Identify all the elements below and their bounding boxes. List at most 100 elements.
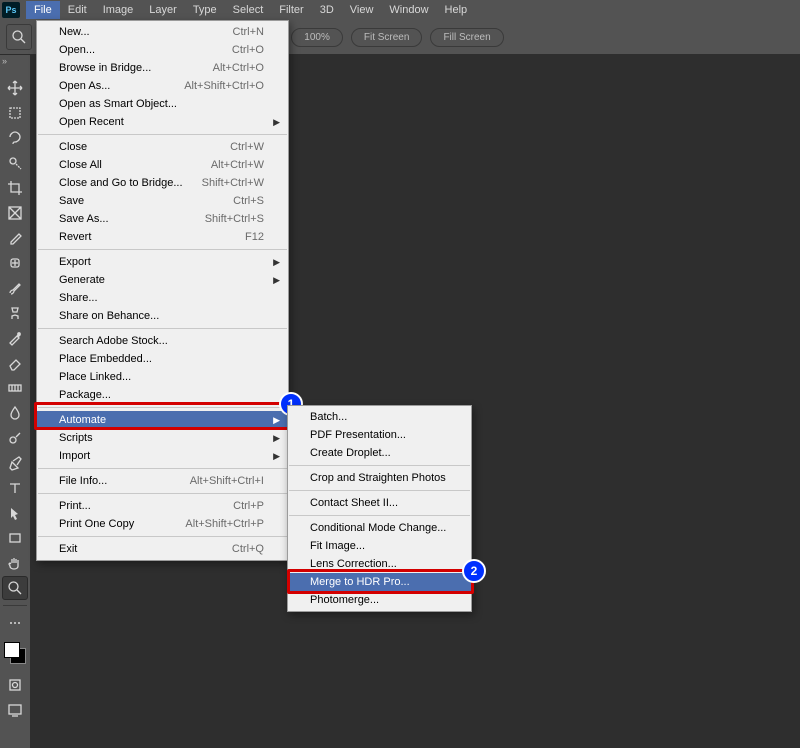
tool-gradient[interactable] bbox=[2, 376, 28, 400]
file-menu-item[interactable]: Share... bbox=[37, 289, 288, 307]
zoom-tool-preset-icon[interactable] bbox=[6, 24, 32, 50]
file-menu-item[interactable]: Share on Behance... bbox=[37, 307, 288, 325]
submenu-arrow-icon: ▶ bbox=[273, 415, 280, 426]
tool-healing[interactable] bbox=[2, 251, 28, 275]
automate-menu-item[interactable]: Merge to HDR Pro... bbox=[288, 573, 471, 591]
file-menu-item[interactable]: Save As...Shift+Ctrl+S bbox=[37, 210, 288, 228]
file-menu-item[interactable]: Open as Smart Object... bbox=[37, 95, 288, 113]
file-menu-item[interactable]: Open Recent▶ bbox=[37, 113, 288, 131]
magnifier-icon bbox=[11, 29, 27, 45]
file-menu-item-label: Place Embedded... bbox=[59, 353, 264, 365]
file-menu-item-shortcut: Shift+Ctrl+S bbox=[205, 213, 264, 225]
automate-menu-item[interactable]: PDF Presentation... bbox=[288, 426, 471, 444]
automate-menu-item-label: Batch... bbox=[310, 411, 447, 423]
file-menu-item[interactable]: Place Embedded... bbox=[37, 350, 288, 368]
automate-menu-item[interactable]: Fit Image... bbox=[288, 537, 471, 555]
automate-menu-item[interactable]: Contact Sheet II... bbox=[288, 494, 471, 512]
file-menu-item[interactable]: CloseCtrl+W bbox=[37, 138, 288, 156]
fill-screen-button[interactable]: Fill Screen bbox=[430, 28, 503, 47]
tool-eraser[interactable] bbox=[2, 351, 28, 375]
tool-path-select[interactable] bbox=[2, 501, 28, 525]
tool-crop[interactable] bbox=[2, 176, 28, 200]
file-menu-item[interactable]: Automate ▶ bbox=[37, 411, 288, 429]
tool-edit-toolbar[interactable] bbox=[2, 611, 28, 635]
file-menu-item-label: Browse in Bridge... bbox=[59, 62, 213, 74]
automate-menu-separator bbox=[289, 515, 470, 516]
menu-image[interactable]: Image bbox=[95, 1, 142, 19]
tool-blur[interactable] bbox=[2, 401, 28, 425]
tool-hand[interactable] bbox=[2, 551, 28, 575]
tool-eyedropper[interactable] bbox=[2, 226, 28, 250]
file-menu-item[interactable]: Browse in Bridge...Alt+Ctrl+O bbox=[37, 59, 288, 77]
file-menu-item[interactable]: Scripts▶ bbox=[37, 429, 288, 447]
automate-menu-item[interactable]: Lens Correction... bbox=[288, 555, 471, 573]
tool-pen[interactable] bbox=[2, 451, 28, 475]
menu-help[interactable]: Help bbox=[437, 1, 476, 19]
menu-edit[interactable]: Edit bbox=[60, 1, 95, 19]
automate-menu-item[interactable]: Conditional Mode Change... bbox=[288, 519, 471, 537]
file-menu-item[interactable]: Open...Ctrl+O bbox=[37, 41, 288, 59]
file-menu-item[interactable]: New...Ctrl+N bbox=[37, 23, 288, 41]
menu-view[interactable]: View bbox=[342, 1, 382, 19]
quick-mask-button[interactable] bbox=[2, 673, 28, 697]
brush-icon bbox=[7, 280, 23, 296]
tool-artboard[interactable] bbox=[2, 101, 28, 125]
menu-window[interactable]: Window bbox=[381, 1, 436, 19]
menu-filter[interactable]: Filter bbox=[271, 1, 311, 19]
automate-menu-item[interactable]: Photomerge... bbox=[288, 591, 471, 609]
file-menu-item-shortcut: Alt+Ctrl+O bbox=[213, 62, 264, 74]
tool-brush[interactable] bbox=[2, 276, 28, 300]
file-menu-item-label: Scripts bbox=[59, 432, 264, 444]
tool-dodge[interactable] bbox=[2, 426, 28, 450]
automate-menu-item-label: Fit Image... bbox=[310, 540, 447, 552]
tool-history-brush[interactable] bbox=[2, 326, 28, 350]
automate-menu-item-label: Contact Sheet II... bbox=[310, 497, 447, 509]
automate-menu-item[interactable]: Crop and Straighten Photos bbox=[288, 469, 471, 487]
color-swatches[interactable] bbox=[4, 642, 26, 664]
tool-move[interactable] bbox=[2, 76, 28, 100]
automate-menu-item[interactable]: Create Droplet... bbox=[288, 444, 471, 462]
menu-type[interactable]: Type bbox=[185, 1, 225, 19]
file-menu-item-shortcut: F12 bbox=[245, 231, 264, 243]
automate-menu-item[interactable]: Batch... bbox=[288, 408, 471, 426]
file-menu-item[interactable]: ExitCtrl+Q bbox=[37, 540, 288, 558]
menu-bar: Ps FileEditImageLayerTypeSelectFilter3DV… bbox=[0, 0, 800, 21]
file-menu-item[interactable]: Close AllAlt+Ctrl+W bbox=[37, 156, 288, 174]
file-menu-item[interactable]: Package... bbox=[37, 386, 288, 404]
file-menu-item-label: Share on Behance... bbox=[59, 310, 264, 322]
eyedropper-icon bbox=[7, 230, 23, 246]
file-menu-item[interactable]: Close and Go to Bridge...Shift+Ctrl+W bbox=[37, 174, 288, 192]
file-menu-item[interactable]: Export▶ bbox=[37, 253, 288, 271]
crop-icon bbox=[7, 180, 23, 196]
file-menu-item[interactable]: Search Adobe Stock... bbox=[37, 332, 288, 350]
file-menu-item-label: Place Linked... bbox=[59, 371, 264, 383]
menu-select[interactable]: Select bbox=[225, 1, 272, 19]
tool-clone[interactable] bbox=[2, 301, 28, 325]
toolbox-collapse-icon[interactable]: » bbox=[2, 56, 7, 66]
menu-3d[interactable]: 3D bbox=[312, 1, 342, 19]
file-menu-item[interactable]: Generate▶ bbox=[37, 271, 288, 289]
file-menu-item[interactable]: Print One CopyAlt+Shift+Ctrl+P bbox=[37, 515, 288, 533]
tool-rectangle[interactable] bbox=[2, 526, 28, 550]
tool-zoom[interactable] bbox=[2, 576, 28, 600]
file-menu-item[interactable]: Print...Ctrl+P bbox=[37, 497, 288, 515]
tool-lasso[interactable] bbox=[2, 126, 28, 150]
fit-screen-button[interactable]: Fit Screen bbox=[351, 28, 423, 47]
tool-type[interactable] bbox=[2, 476, 28, 500]
file-menu-item[interactable]: File Info...Alt+Shift+Ctrl+I bbox=[37, 472, 288, 490]
file-menu-item[interactable]: SaveCtrl+S bbox=[37, 192, 288, 210]
menu-file[interactable]: File bbox=[26, 1, 60, 19]
file-menu-item-label: Open as Smart Object... bbox=[59, 98, 264, 110]
menu-layer[interactable]: Layer bbox=[141, 1, 185, 19]
tool-quick-select[interactable] bbox=[2, 151, 28, 175]
file-menu-item[interactable]: Import▶ bbox=[37, 447, 288, 465]
zoom-100-button[interactable]: 100% bbox=[291, 28, 343, 47]
screen-mode-button[interactable] bbox=[2, 698, 28, 722]
file-menu-item[interactable]: Place Linked... bbox=[37, 368, 288, 386]
file-menu-item-label: Automate bbox=[59, 414, 264, 426]
file-menu-item[interactable]: Open As...Alt+Shift+Ctrl+O bbox=[37, 77, 288, 95]
file-menu-separator bbox=[38, 407, 287, 408]
file-menu-item[interactable]: RevertF12 bbox=[37, 228, 288, 246]
file-menu-item-shortcut: Alt+Shift+Ctrl+I bbox=[190, 475, 264, 487]
tool-frame[interactable] bbox=[2, 201, 28, 225]
